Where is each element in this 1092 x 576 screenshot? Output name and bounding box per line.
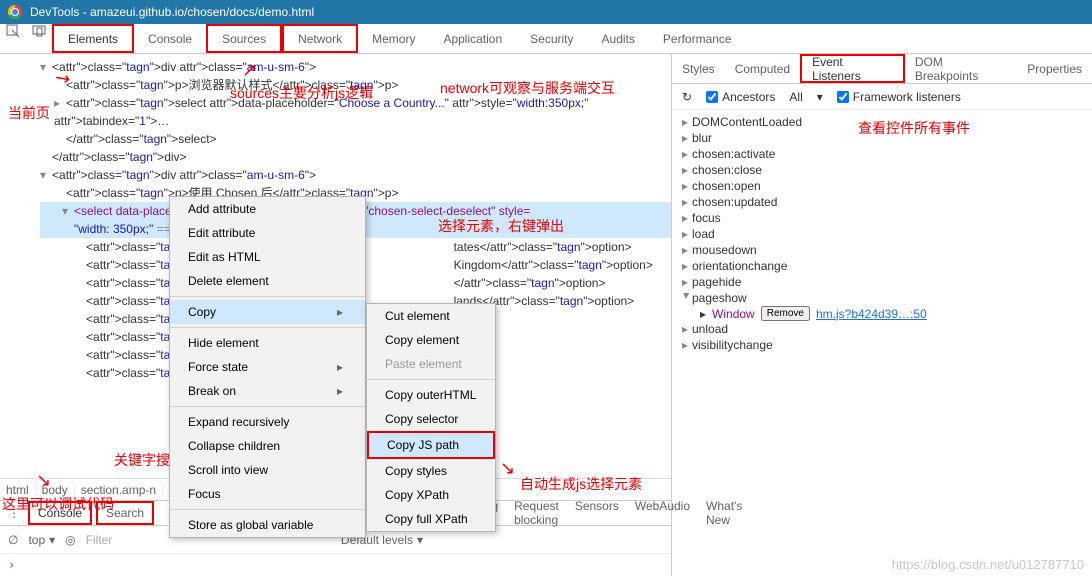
menu-scroll-into-view[interactable]: Scroll into view: [170, 458, 365, 482]
menu-copy-element[interactable]: Copy element: [367, 328, 495, 352]
context-selector[interactable]: top ▾: [28, 533, 55, 547]
menu-copy-selector[interactable]: Copy selector: [367, 407, 495, 431]
framework-checkbox[interactable]: Framework listeners: [837, 90, 961, 104]
event-chosen-activate[interactable]: ▸chosen:activate: [672, 146, 1092, 162]
menu-copy[interactable]: Copy: [170, 300, 365, 324]
drawer-tab-console[interactable]: Console: [28, 501, 92, 525]
event-filter-bar: ↻ Ancestors All ▾ Framework listeners: [672, 84, 1092, 110]
tab-sources[interactable]: Sources: [206, 24, 282, 53]
sidebar-tab-styles[interactable]: Styles: [672, 54, 725, 83]
menu-add-attribute[interactable]: Add attribute: [170, 197, 365, 221]
tab-performance[interactable]: Performance: [649, 24, 746, 53]
sidebar-tab-event-listeners[interactable]: Event Listeners: [800, 54, 905, 83]
dom-node[interactable]: ▸<attr">class="tagn">select attr">data-p…: [40, 94, 671, 130]
tab-console[interactable]: Console: [134, 24, 206, 53]
watermark: https://blog.csdn.net/u012787710: [892, 557, 1084, 572]
context-menu[interactable]: Add attributeEdit attributeEdit as HTMLD…: [169, 196, 366, 538]
event-pagehide[interactable]: ▸pagehide: [672, 274, 1092, 290]
event-listeners-list[interactable]: ▸DOMContentLoaded▸blur▸chosen:activate▸c…: [672, 110, 1092, 357]
menu-copy-outerhtml[interactable]: Copy outerHTML: [367, 383, 495, 407]
drawer-tab-webaudio[interactable]: WebAudio: [627, 496, 698, 530]
sidebar-tab-properties[interactable]: Properties: [1017, 54, 1092, 83]
menu-expand-recursively[interactable]: Expand recursively: [170, 410, 365, 434]
menu-delete-element[interactable]: Delete element: [170, 269, 365, 293]
context-submenu-copy[interactable]: Cut elementCopy elementPaste element Copy…: [366, 303, 496, 532]
clear-icon[interactable]: ∅: [8, 533, 18, 547]
event-chosen-open[interactable]: ▸chosen:open: [672, 178, 1092, 194]
breadcrumb-item[interactable]: section.amp-n: [75, 483, 163, 497]
menu-copy-full-xpath[interactable]: Copy full XPath: [367, 507, 495, 531]
event-orientationchange[interactable]: ▸orientationchange: [672, 258, 1092, 274]
event-visibilitychange[interactable]: ▸visibilitychange: [672, 337, 1092, 353]
menu-store-as-global-variable[interactable]: Store as global variable: [170, 513, 365, 537]
event-unload[interactable]: ▸unload: [672, 321, 1092, 337]
tab-audits[interactable]: Audits: [588, 24, 649, 53]
menu-copy-js-path[interactable]: Copy JS path: [367, 431, 495, 459]
drawer-tab-request-blocking[interactable]: Request blocking: [506, 496, 567, 530]
inspect-icon[interactable]: [0, 24, 26, 53]
console-prompt[interactable]: ›: [0, 554, 671, 576]
event-chosen-updated[interactable]: ▸chosen:updated: [672, 194, 1092, 210]
tab-application[interactable]: Application: [429, 24, 516, 53]
event-DOMContentLoaded[interactable]: ▸DOMContentLoaded: [672, 114, 1092, 130]
ancestors-checkbox[interactable]: Ancestors: [706, 90, 775, 104]
tab-network[interactable]: Network: [282, 24, 358, 53]
dom-node[interactable]: <attr">class="tagn">p>浏览器默认样式</attr">cla…: [40, 76, 671, 94]
sidebar-tab-computed[interactable]: Computed: [725, 54, 800, 83]
filter-input[interactable]: Filter: [86, 533, 113, 547]
chrome-icon: [8, 5, 22, 19]
sidebar-tab-dom-breakpoints[interactable]: DOM Breakpoints: [905, 54, 1017, 83]
event-mousedown[interactable]: ▸mousedown: [672, 242, 1092, 258]
drawer-tab-search[interactable]: Search: [96, 501, 154, 525]
drawer-tab-what's-new[interactable]: What's New: [698, 496, 750, 530]
event-chosen-close[interactable]: ▸chosen:close: [672, 162, 1092, 178]
remove-button[interactable]: Remove: [761, 306, 810, 321]
drawer-tab-sensors[interactable]: Sensors: [567, 496, 627, 530]
breadcrumb-item[interactable]: body: [36, 483, 75, 497]
device-icon[interactable]: [26, 24, 52, 53]
devtools-tabs: ElementsConsoleSourcesNetworkMemoryAppli…: [0, 24, 1092, 54]
menu-collapse-children[interactable]: Collapse children: [170, 434, 365, 458]
dom-node[interactable]: ▾<attr">class="tagn">div attr">class="am…: [40, 166, 671, 184]
window-titlebar: DevTools - amazeui.github.io/chosen/docs…: [0, 0, 1092, 24]
menu-paste-element: Paste element: [367, 352, 495, 376]
menu-edit-as-html[interactable]: Edit as HTML: [170, 245, 365, 269]
menu-break-on[interactable]: Break on: [170, 379, 365, 403]
menu-cut-element[interactable]: Cut element: [367, 304, 495, 328]
tab-security[interactable]: Security: [516, 24, 587, 53]
tab-memory[interactable]: Memory: [358, 24, 429, 53]
menu-force-state[interactable]: Force state: [170, 355, 365, 379]
dom-node[interactable]: </attr">class="tagn">select>: [40, 130, 671, 148]
menu-hide-element[interactable]: Hide element: [170, 331, 365, 355]
dom-node[interactable]: </attr">class="tagn">div>: [40, 148, 671, 166]
source-link[interactable]: hm.js?b424d39…:50: [816, 307, 927, 321]
more-icon[interactable]: ⋮: [4, 506, 24, 520]
menu-edit-attribute[interactable]: Edit attribute: [170, 221, 365, 245]
eye-icon[interactable]: ◎: [65, 533, 75, 547]
window-title: DevTools - amazeui.github.io/chosen/docs…: [30, 5, 314, 19]
event-focus[interactable]: ▸focus: [672, 210, 1092, 226]
scope-selector[interactable]: All: [789, 90, 802, 104]
refresh-icon[interactable]: ↻: [682, 90, 692, 104]
sidebar-tabs: StylesComputedEvent ListenersDOM Breakpo…: [672, 54, 1092, 84]
event-blur[interactable]: ▸blur: [672, 130, 1092, 146]
dom-node[interactable]: ▾<attr">class="tagn">div attr">class="am…: [40, 58, 671, 76]
menu-focus[interactable]: Focus: [170, 482, 365, 506]
menu-copy-styles[interactable]: Copy styles: [367, 459, 495, 483]
event-load[interactable]: ▸load: [672, 226, 1092, 242]
event-pageshow[interactable]: ▸pageshow: [672, 290, 1092, 306]
breadcrumb-item[interactable]: html: [0, 483, 36, 497]
menu-copy-xpath[interactable]: Copy XPath: [367, 483, 495, 507]
main-area: ▾<attr">class="tagn">div attr">class="am…: [0, 54, 1092, 576]
tab-elements[interactable]: Elements: [52, 24, 134, 53]
